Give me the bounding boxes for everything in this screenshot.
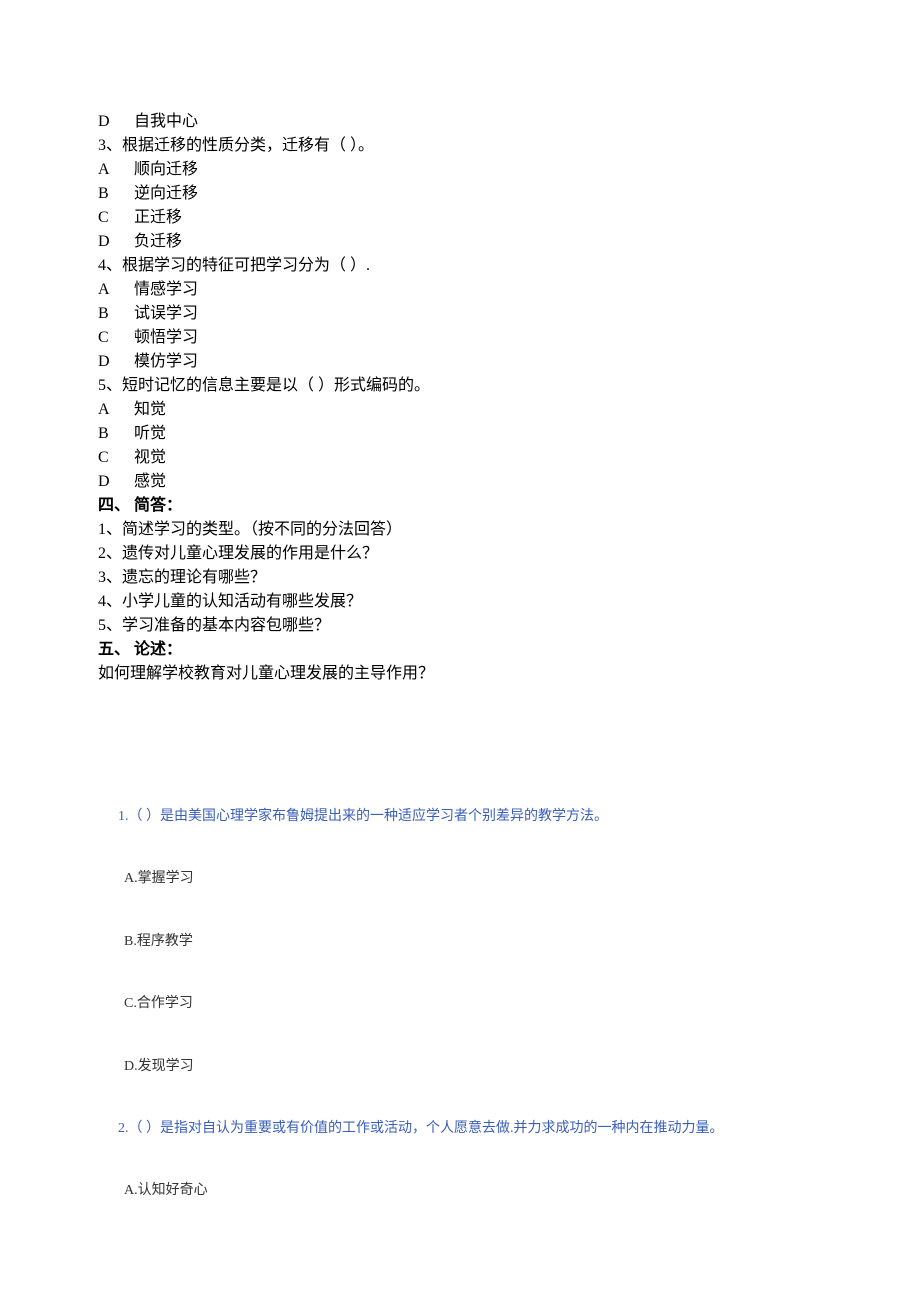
prev-question-option-d: D 自我中心 xyxy=(98,110,822,134)
section-4-item-2: 2、遗传对儿童心理发展的作用是什么？ xyxy=(98,542,822,566)
q3-option-d: D 负迁移 xyxy=(98,230,822,254)
option-letter: D xyxy=(98,350,134,374)
option-text: 逆向迁移 xyxy=(134,182,198,206)
option-letter: D xyxy=(98,470,134,494)
option-text: 顿悟学习 xyxy=(134,326,198,350)
option-letter: C xyxy=(98,326,134,350)
option-letter: A xyxy=(98,278,134,302)
q3-option-b: B 逆向迁移 xyxy=(98,182,822,206)
option-text: 自我中心 xyxy=(134,110,198,134)
option-text: 知觉 xyxy=(134,398,166,422)
option-text: 模仿学习 xyxy=(134,350,198,374)
section-4-item-5: 5、学习准备的基本内容包哪些？ xyxy=(98,614,822,638)
option-letter: B xyxy=(98,182,134,206)
section-4-heading: 四、 简答： xyxy=(98,494,822,518)
secondary-q2-stem: 2.（ ）是指对自认为重要或有价值的工作或活动，个人愿意去做.并力求成功的一种内… xyxy=(118,1118,822,1140)
secondary-q1-option-d: D.发现学习 xyxy=(124,1056,822,1078)
secondary-question-block: 1.（ ）是由美国心理学家布鲁姆提出来的一种适应学习者个别差异的教学方法。 A.… xyxy=(98,686,822,1203)
secondary-q1-option-c: C.合作学习 xyxy=(124,993,822,1015)
section-5-body: 如何理解学校教育对儿童心理发展的主导作用？ xyxy=(98,662,822,686)
option-text: 视觉 xyxy=(134,446,166,470)
secondary-q1-stem: 1.（ ）是由美国心理学家布鲁姆提出来的一种适应学习者个别差异的教学方法。 xyxy=(118,806,822,828)
secondary-q2-option-a: A.认知好奇心 xyxy=(124,1180,822,1202)
option-letter: A xyxy=(98,158,134,182)
q3-option-a: A 顺向迁移 xyxy=(98,158,822,182)
q5-option-d: D 感觉 xyxy=(98,470,822,494)
q4-option-b: B 试误学习 xyxy=(98,302,822,326)
q5-option-b: B 听觉 xyxy=(98,422,822,446)
option-letter: D xyxy=(98,230,134,254)
option-text: 听觉 xyxy=(134,422,166,446)
option-text: 情感学习 xyxy=(134,278,198,302)
question-5-stem: 5、短时记忆的信息主要是以（ ）形式编码的。 xyxy=(98,374,822,398)
option-letter: D xyxy=(98,110,134,134)
q4-option-c: C 顿悟学习 xyxy=(98,326,822,350)
section-5-heading: 五、 论述： xyxy=(98,638,822,662)
question-4-stem: 4、根据学习的特征可把学习分为（ ）. xyxy=(98,254,822,278)
option-text: 负迁移 xyxy=(134,230,182,254)
q4-option-d: D 模仿学习 xyxy=(98,350,822,374)
option-text: 感觉 xyxy=(134,470,166,494)
option-letter: C xyxy=(98,446,134,470)
secondary-q1-option-a: A.掌握学习 xyxy=(124,868,822,890)
document-page: D 自我中心 3、根据迁移的性质分类，迁移有（ ）。 A 顺向迁移 B 逆向迁移… xyxy=(0,0,920,1263)
option-letter: B xyxy=(98,422,134,446)
question-3-stem: 3、根据迁移的性质分类，迁移有（ ）。 xyxy=(98,134,822,158)
secondary-q1-option-b: B.程序教学 xyxy=(124,931,822,953)
q5-option-c: C 视觉 xyxy=(98,446,822,470)
section-4-item-3: 3、遗忘的理论有哪些？ xyxy=(98,566,822,590)
option-letter: C xyxy=(98,206,134,230)
q5-option-a: A 知觉 xyxy=(98,398,822,422)
section-4-item-4: 4、小学儿童的认知活动有哪些发展？ xyxy=(98,590,822,614)
option-letter: B xyxy=(98,302,134,326)
q4-option-a: A 情感学习 xyxy=(98,278,822,302)
option-text: 试误学习 xyxy=(134,302,198,326)
q3-option-c: C 正迁移 xyxy=(98,206,822,230)
section-4-item-1: 1、简述学习的类型。（按不同的分法回答） xyxy=(98,518,822,542)
option-letter: A xyxy=(98,398,134,422)
option-text: 顺向迁移 xyxy=(134,158,198,182)
option-text: 正迁移 xyxy=(134,206,182,230)
